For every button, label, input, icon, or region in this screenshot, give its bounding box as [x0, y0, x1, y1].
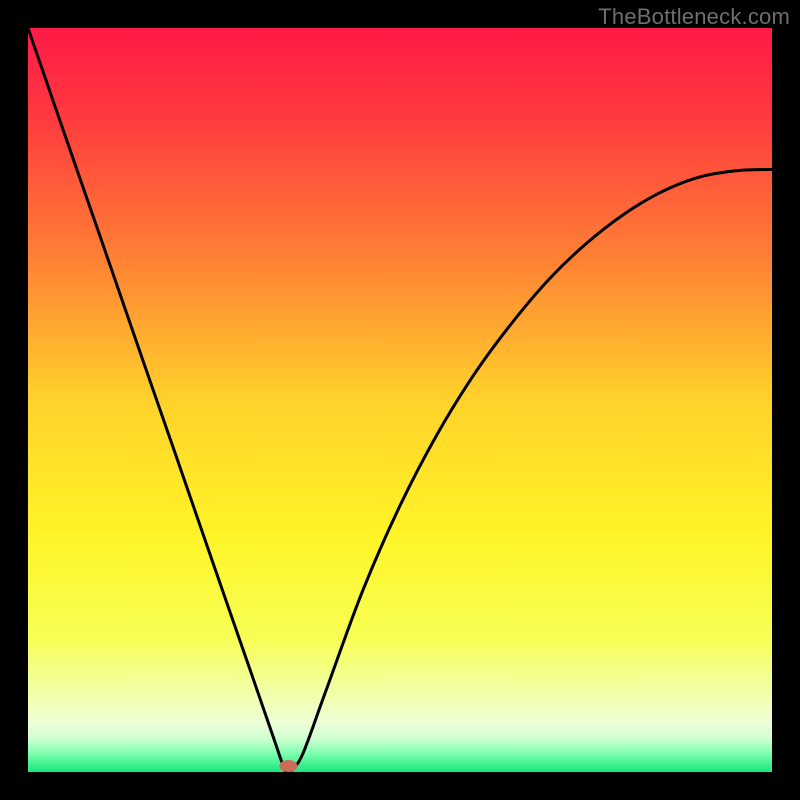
- bottleneck-chart: [28, 28, 772, 772]
- chart-frame: [28, 28, 772, 772]
- optimal-point-marker: [279, 760, 297, 772]
- watermark-text: TheBottleneck.com: [598, 4, 790, 30]
- chart-background: [28, 28, 772, 772]
